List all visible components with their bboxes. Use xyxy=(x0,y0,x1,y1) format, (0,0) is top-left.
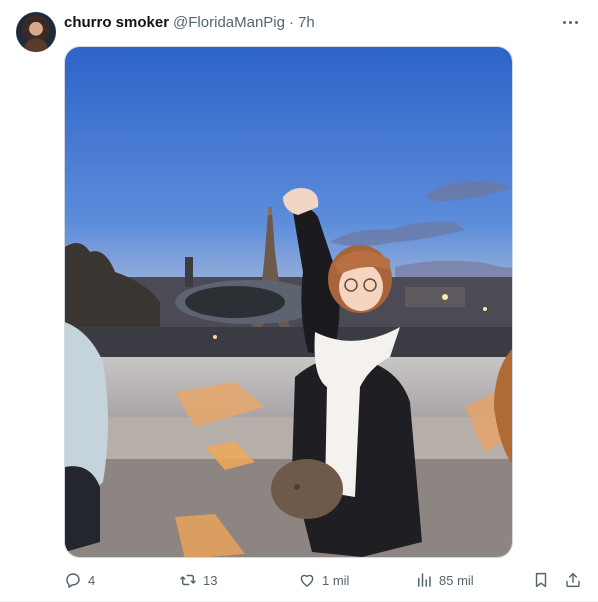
bookmark-button[interactable] xyxy=(532,569,550,591)
tweet-actions: 4 13 1 mil 85 mil xyxy=(64,569,584,591)
avatar[interactable] xyxy=(16,12,56,52)
tweet-header: churro smoker @FloridaManPig · 7h xyxy=(64,12,315,32)
separator-dot: · xyxy=(288,13,294,31)
like-button[interactable]: 1 mil xyxy=(298,569,349,591)
tweet-photo[interactable] xyxy=(64,46,513,558)
post-time[interactable]: 7h xyxy=(298,14,315,31)
share-button[interactable] xyxy=(564,569,582,591)
photo-illustration xyxy=(65,47,512,557)
repost-count: 13 xyxy=(203,572,218,588)
repost-button[interactable]: 13 xyxy=(179,569,217,591)
display-name[interactable]: churro smoker xyxy=(64,14,169,31)
repost-icon xyxy=(180,574,196,586)
tweet[interactable]: churro smoker @FloridaManPig · 7h 4 13 1… xyxy=(0,0,598,602)
more-horizontal-icon xyxy=(562,20,566,24)
avatar-figure xyxy=(24,38,48,52)
bookmark-icon xyxy=(535,572,547,588)
heart-icon xyxy=(300,574,314,587)
reply-count: 4 xyxy=(88,572,96,588)
share-icon xyxy=(566,572,580,588)
like-count: 1 mil xyxy=(322,572,350,588)
reply-icon xyxy=(66,573,80,588)
views-button[interactable]: 85 mil xyxy=(415,569,474,591)
more-options-button[interactable] xyxy=(558,12,582,32)
views-chart-icon xyxy=(418,573,431,587)
view-count: 85 mil xyxy=(439,572,474,588)
user-handle[interactable]: @FloridaManPig xyxy=(173,14,285,31)
reply-button[interactable]: 4 xyxy=(64,569,95,591)
